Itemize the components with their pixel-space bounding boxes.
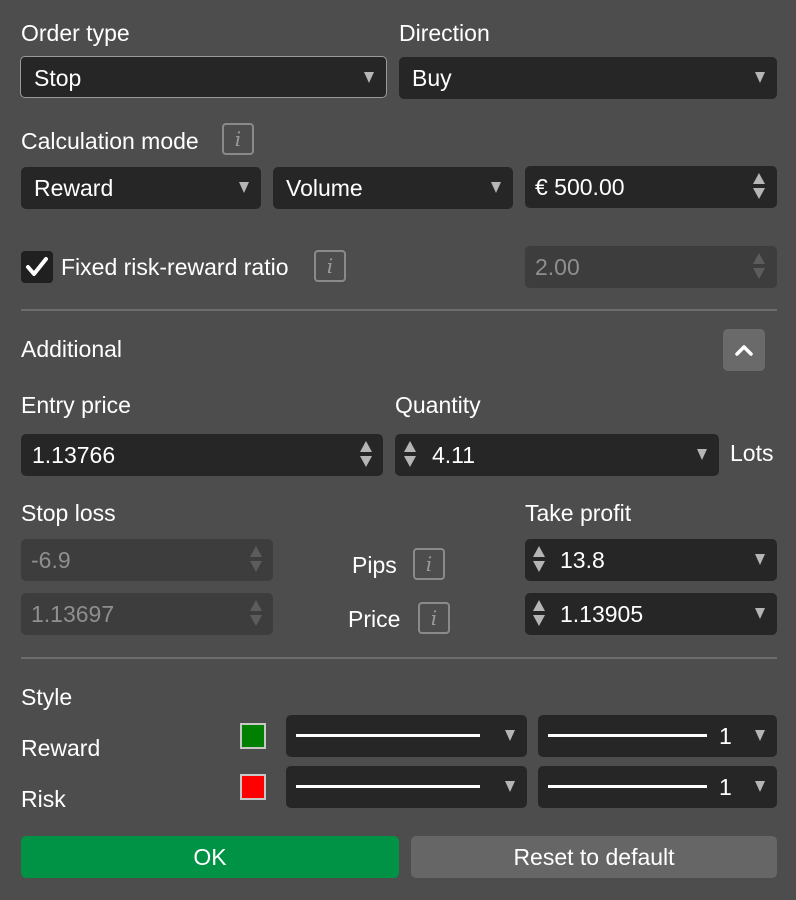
quantity-input[interactable]: 4.11 [395,434,719,476]
direction-label: Direction [399,20,490,46]
take-profit-pips-value: 13.8 [560,547,605,573]
chevron-down-icon [755,608,765,619]
calculation-mode-label: Calculation mode [21,128,199,154]
chevron-down-icon [505,781,515,792]
reward-color-swatch[interactable] [240,723,266,749]
spinner-icon [753,253,765,281]
take-profit-label: Take profit [525,500,632,526]
section-divider [21,309,777,311]
order-type-select[interactable]: Stop [20,56,387,98]
style-title: Style [21,684,73,710]
line-style-sample [296,734,480,737]
chevron-down-icon [491,182,501,193]
reward-line-width-select[interactable]: 1 [538,715,777,757]
info-icon[interactable]: i [413,548,445,580]
stop-loss-pips-value: -6.9 [31,547,71,573]
chevron-down-icon [755,781,765,792]
chevron-down-icon [755,554,765,565]
calculation-unit-select[interactable]: Volume [273,167,513,209]
entry-price-input[interactable]: 1.13766 [21,434,383,476]
spinner-icon[interactable] [404,441,416,469]
spinner-icon[interactable] [753,173,765,201]
calculation-mode-value: Reward [34,175,114,201]
ratio-input: 2.00 [525,246,777,288]
chevron-down-icon [755,730,765,741]
spinner-icon[interactable] [533,546,545,574]
take-profit-pips-input[interactable]: 13.8 [525,539,777,581]
risk-line-width-select[interactable]: 1 [538,766,777,808]
entry-price-label: Entry price [21,392,131,418]
amount-value: € 500.00 [535,174,625,200]
chevron-down-icon [697,449,707,460]
ratio-value: 2.00 [535,254,580,280]
info-icon[interactable]: i [314,250,346,282]
ok-button[interactable]: OK [21,836,399,878]
stop-loss-price-input: 1.13697 [21,593,273,635]
spinner-icon[interactable] [533,600,545,628]
take-profit-price-input[interactable]: 1.13905 [525,593,777,635]
reward-line-width-value: 1 [719,723,732,749]
spinner-icon [250,600,262,628]
line-width-sample [548,734,707,737]
entry-price-value: 1.13766 [32,442,116,468]
chevron-up-icon [735,345,753,356]
collapse-button[interactable] [723,329,765,371]
direction-select[interactable]: Buy [399,57,777,99]
info-icon[interactable]: i [418,602,450,634]
risk-line-width-value: 1 [719,774,732,800]
risk-style-label: Risk [21,786,66,812]
section-divider [21,657,777,659]
spinner-icon[interactable] [360,441,372,469]
risk-color-swatch[interactable] [240,774,266,800]
quantity-value: 4.11 [432,442,476,468]
chevron-down-icon [239,182,249,193]
line-width-sample [548,785,707,788]
order-type-value: Stop [34,65,82,91]
fixed-ratio-label: Fixed risk-reward ratio [61,254,289,280]
stop-loss-pips-input: -6.9 [21,539,273,581]
price-label: Price [348,606,401,632]
reset-to-default-button[interactable]: Reset to default [411,836,777,878]
chevron-down-icon [755,72,765,83]
chevron-down-icon [505,730,515,741]
additional-title: Additional [21,336,123,362]
fixed-ratio-checkbox[interactable] [21,251,53,283]
take-profit-price-value: 1.13905 [560,601,644,627]
order-type-label: Order type [21,20,130,46]
line-style-sample [296,785,480,788]
reward-style-label: Reward [21,735,101,761]
checkmark-icon [26,257,48,276]
chevron-down-icon [364,72,374,83]
reward-line-style-select[interactable] [286,715,527,757]
direction-value: Buy [412,65,452,91]
quantity-unit: Lots [730,440,774,466]
stop-loss-label: Stop loss [21,500,116,526]
spinner-icon [250,546,262,574]
stop-loss-price-value: 1.13697 [31,601,115,627]
calculation-unit-value: Volume [286,175,363,201]
info-icon[interactable]: i [222,123,254,155]
pips-label: Pips [352,552,397,578]
calculation-mode-select[interactable]: Reward [21,167,261,209]
risk-line-style-select[interactable] [286,766,527,808]
amount-input[interactable]: € 500.00 [525,166,777,208]
quantity-label: Quantity [395,392,481,418]
